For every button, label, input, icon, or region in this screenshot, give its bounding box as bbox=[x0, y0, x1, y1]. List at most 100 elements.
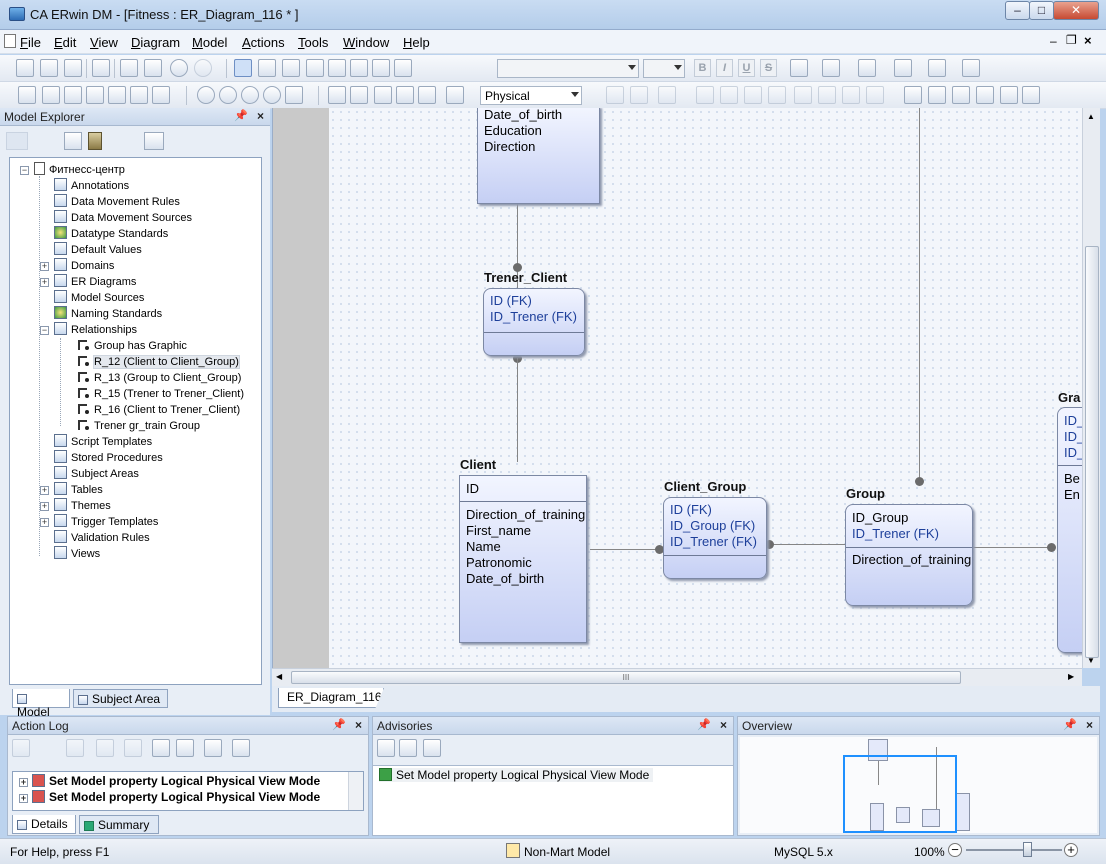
font-color-icon[interactable] bbox=[790, 59, 808, 77]
tree-item-stored-procedures[interactable]: Stored Procedures bbox=[54, 450, 163, 466]
entity-client-group[interactable]: ID (FK) ID_Group (FK) ID_Trener (FK) bbox=[663, 497, 767, 579]
rel-line-client-group[interactable] bbox=[590, 549, 660, 550]
bold-button[interactable]: B bbox=[694, 59, 711, 77]
tree-item-data-movement-sources[interactable]: Data Movement Sources bbox=[54, 210, 192, 226]
report-icon[interactable] bbox=[1022, 86, 1040, 104]
entity-tool-icon[interactable] bbox=[258, 59, 276, 77]
database-icon[interactable] bbox=[976, 86, 994, 104]
log-scrollbar[interactable] bbox=[348, 772, 363, 810]
zoom-area-icon[interactable] bbox=[285, 86, 303, 104]
tree-item-data-movement-rules[interactable]: Data Movement Rules bbox=[54, 194, 180, 210]
pin-icon[interactable]: 📌 bbox=[1063, 718, 1077, 731]
advisory-view-icon[interactable] bbox=[399, 739, 417, 757]
display-level-icon[interactable] bbox=[446, 86, 464, 104]
close-pane-icon[interactable]: × bbox=[355, 718, 362, 732]
hscroll-thumb[interactable]: III bbox=[291, 671, 961, 684]
line-pattern-icon[interactable] bbox=[928, 59, 946, 77]
tree-item-domains[interactable]: + Domains bbox=[40, 258, 114, 274]
vertical-scrollbar[interactable]: ▲ ▼ bbox=[1082, 108, 1100, 668]
mart-4-icon[interactable] bbox=[696, 86, 714, 104]
menu-file[interactable]: File bbox=[20, 35, 41, 50]
scroll-right-icon[interactable]: ▶ bbox=[1068, 672, 1074, 681]
log-delete-icon[interactable] bbox=[96, 739, 114, 757]
menu-tools[interactable]: Tools bbox=[298, 35, 328, 50]
diagram-canvas[interactable]: Date_of_birth Education Direction Trener… bbox=[272, 108, 1082, 668]
identifying-rel-icon[interactable] bbox=[306, 59, 324, 77]
rel-line-group-client-group[interactable] bbox=[770, 544, 845, 545]
tree-root[interactable]: − Фитнесс-центр bbox=[20, 162, 125, 178]
tab-model[interactable]: Model bbox=[12, 689, 70, 719]
tab-summary[interactable]: Summary bbox=[79, 815, 159, 834]
line-weight-icon[interactable] bbox=[962, 59, 980, 77]
advisory-options-icon[interactable] bbox=[423, 739, 441, 757]
layout-2-icon[interactable] bbox=[42, 86, 60, 104]
tree-relationship[interactable]: R_15 (Trener to Trener_Client) bbox=[76, 386, 244, 402]
mart-3-icon[interactable] bbox=[658, 86, 676, 104]
tree-item-themes[interactable]: + Themes bbox=[40, 498, 111, 514]
mart-8-icon[interactable] bbox=[794, 86, 812, 104]
save-icon[interactable] bbox=[64, 59, 82, 77]
tree-item-script-templates[interactable]: Script Templates bbox=[54, 434, 152, 450]
model-5-icon[interactable] bbox=[418, 86, 436, 104]
line-style-icon[interactable] bbox=[894, 59, 912, 77]
mart-9-icon[interactable] bbox=[818, 86, 836, 104]
mart-7-icon[interactable] bbox=[768, 86, 786, 104]
layout-6-icon[interactable] bbox=[130, 86, 148, 104]
tree-item-model-sources[interactable]: Model Sources bbox=[54, 290, 144, 306]
log-undo-to-icon[interactable] bbox=[152, 739, 170, 757]
mdi-minimize-button[interactable]: – bbox=[1050, 34, 1057, 48]
horizontal-scrollbar[interactable]: ◀ III ▶ bbox=[272, 668, 1082, 686]
find-icon[interactable] bbox=[120, 59, 138, 77]
tree-item-er-diagrams[interactable]: + ER Diagrams bbox=[40, 274, 136, 290]
model-4-icon[interactable] bbox=[396, 86, 414, 104]
underline-button[interactable]: U bbox=[738, 59, 755, 77]
minimize-button[interactable]: – bbox=[1005, 1, 1030, 20]
drawing-tool-icon[interactable] bbox=[394, 59, 412, 77]
forward-engineer-icon[interactable] bbox=[904, 86, 922, 104]
line-color-icon[interactable] bbox=[858, 59, 876, 77]
log-filter-icon[interactable] bbox=[204, 739, 222, 757]
tab-details[interactable]: Details bbox=[12, 815, 76, 834]
entity-trener[interactable]: Date_of_birth Education Direction bbox=[477, 108, 600, 204]
zoom-slider-track[interactable] bbox=[966, 849, 1062, 851]
entity-client[interactable]: ID Direction_of_training First_name Name… bbox=[459, 475, 587, 643]
text-tool-icon[interactable] bbox=[372, 59, 390, 77]
tree-item-validation-rules[interactable]: Validation Rules bbox=[54, 530, 150, 546]
layout-5-icon[interactable] bbox=[108, 86, 126, 104]
layout-7-icon[interactable] bbox=[152, 86, 170, 104]
log-properties-icon[interactable] bbox=[124, 739, 142, 757]
scroll-down-icon[interactable]: ▼ bbox=[1087, 656, 1095, 665]
redo-icon[interactable] bbox=[194, 59, 212, 77]
zoom-in-icon[interactable] bbox=[219, 86, 237, 104]
print-icon[interactable] bbox=[92, 59, 110, 77]
tree-item-relationships[interactable]: − Relationships bbox=[40, 322, 137, 338]
tree-relationship[interactable]: R_13 (Group to Client_Group) bbox=[76, 370, 241, 386]
vscroll-thumb[interactable] bbox=[1085, 246, 1099, 658]
scroll-left-icon[interactable]: ◀ bbox=[276, 672, 282, 681]
layout-3-icon[interactable] bbox=[64, 86, 82, 104]
model-3-icon[interactable] bbox=[374, 86, 392, 104]
menu-window[interactable]: Window bbox=[343, 35, 389, 50]
tree-relationship[interactable]: R_16 (Client to Trener_Client) bbox=[76, 402, 240, 418]
mdi-restore-button[interactable]: ❐ bbox=[1066, 33, 1077, 47]
menu-help[interactable]: Help bbox=[403, 35, 430, 50]
menu-actions[interactable]: Actions bbox=[242, 35, 285, 50]
entity-group[interactable]: ID_Group ID_Trener (FK) Direction_of_tra… bbox=[845, 504, 973, 606]
mart-1-icon[interactable] bbox=[606, 86, 624, 104]
replace-icon[interactable] bbox=[144, 59, 162, 77]
menu-model[interactable]: Model bbox=[192, 35, 227, 50]
tree-item-trigger-templates[interactable]: + Trigger Templates bbox=[40, 514, 158, 530]
tree-item-datatype-standards[interactable]: Datatype Standards bbox=[54, 226, 168, 242]
pin-icon[interactable]: 📌 bbox=[234, 109, 248, 122]
menu-view[interactable]: View bbox=[90, 35, 118, 50]
advisory-row[interactable]: Set Model property Logical Physical View… bbox=[379, 768, 654, 782]
mart-11-icon[interactable] bbox=[866, 86, 884, 104]
font-size-combo[interactable] bbox=[643, 59, 685, 78]
pin-icon[interactable]: 📌 bbox=[332, 718, 346, 731]
mdi-close-button[interactable]: × bbox=[1084, 33, 1092, 48]
close-pane-icon[interactable]: × bbox=[1086, 718, 1093, 732]
log-row[interactable]: + Set Model property Logical Physical Vie… bbox=[19, 774, 320, 788]
entity-graphic[interactable]: ID_ ID_ ID_ Be En bbox=[1057, 407, 1082, 653]
zoom-out-button[interactable]: − bbox=[948, 843, 962, 857]
pin-icon[interactable]: 📌 bbox=[697, 718, 711, 731]
